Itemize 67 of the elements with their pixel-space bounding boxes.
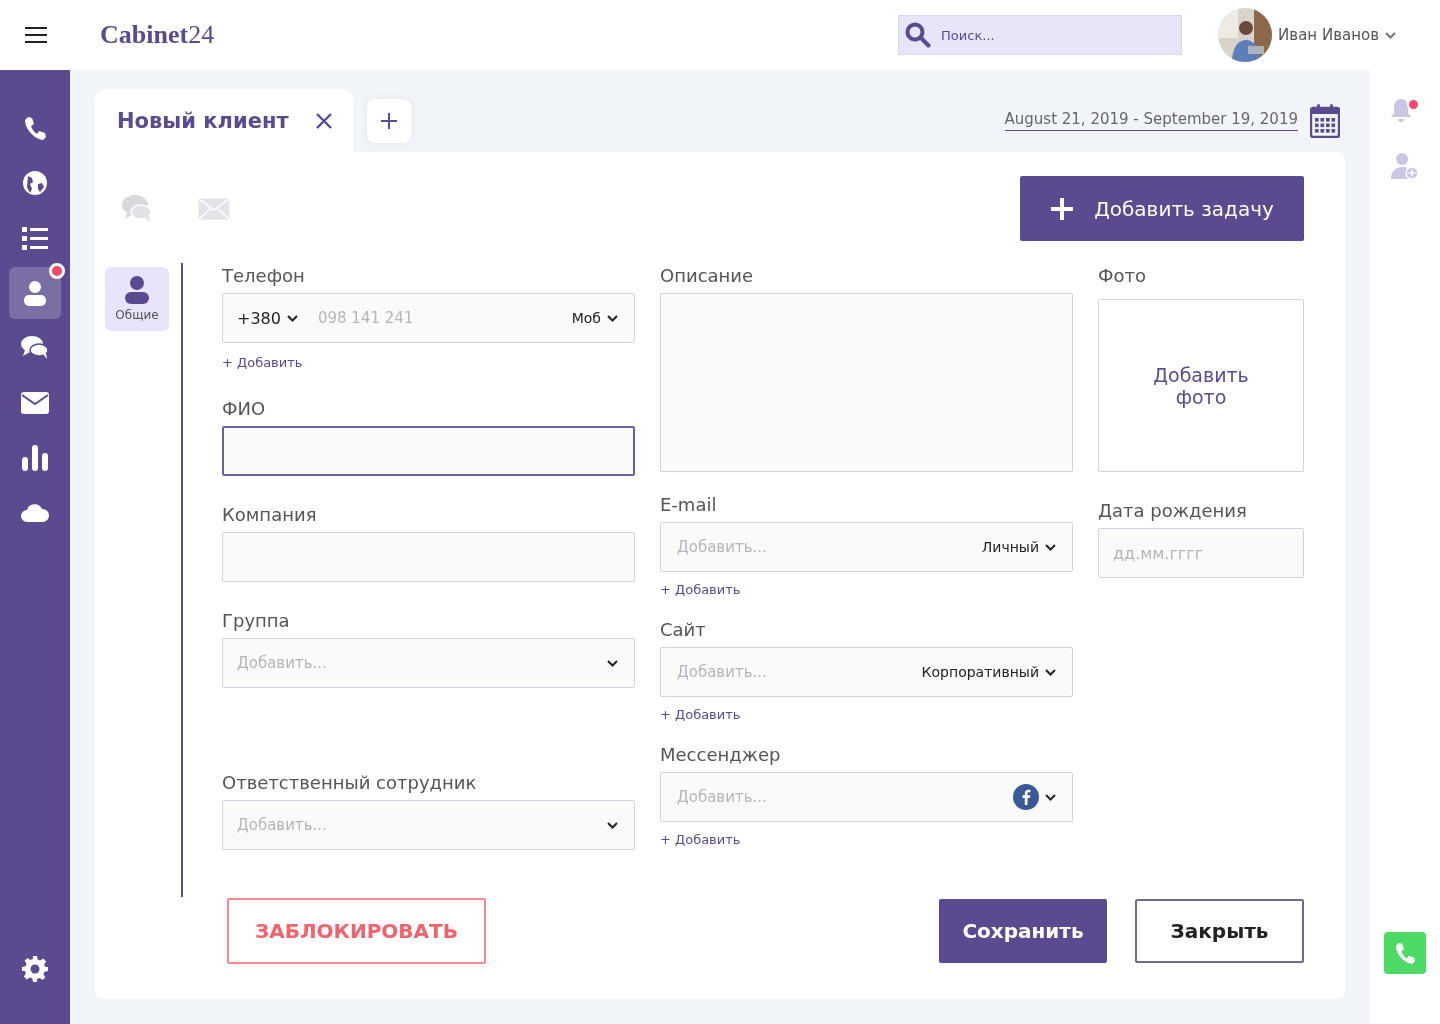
caret-icon: [607, 659, 618, 667]
phone-input[interactable]: 098 141 241: [315, 308, 572, 328]
add-link[interactable]: + Добавить: [222, 355, 303, 370]
close-button[interactable]: Закрыть: [1135, 899, 1304, 963]
field-label: Компания: [222, 503, 318, 527]
add-link[interactable]: + Добавить: [660, 832, 741, 847]
bell-icon[interactable]: [1390, 98, 1412, 122]
caret-icon: [1045, 543, 1056, 551]
tab[interactable]: Новый клиент: [95, 89, 353, 152]
messenger-dropdown[interactable]: [1013, 784, 1056, 810]
caret-icon: [1045, 668, 1056, 676]
phone-icon: [1394, 942, 1416, 964]
text-input[interactable]: [222, 426, 635, 476]
add-link[interactable]: + Добавить: [660, 707, 741, 722]
type-dropdown[interactable]: Личный: [981, 539, 1056, 555]
phone-type-dropdown[interactable]: Моб: [571, 310, 618, 326]
field-label: Ответственный сотрудник: [222, 771, 478, 795]
user-menu[interactable]: Иван Иванов: [1212, 7, 1402, 63]
close-icon[interactable]: [314, 111, 333, 130]
add-task-button[interactable]: Добавить задачу: [1020, 176, 1304, 241]
caret-icon: [607, 821, 618, 829]
add-tab-button[interactable]: [366, 98, 411, 143]
search-field[interactable]: Поиск...: [898, 15, 1183, 55]
type-dropdown[interactable]: Корпоративный: [921, 664, 1056, 680]
contact-input[interactable]: Добавить...: [675, 662, 922, 682]
country-code-dropdown[interactable]: +380: [237, 308, 298, 328]
plus-icon: [1050, 196, 1075, 221]
add-link[interactable]: + Добавить: [660, 582, 741, 597]
caret-icon: [607, 314, 618, 322]
messenger-field[interactable]: Добавить...: [660, 772, 1073, 822]
field-label: Дата рождения: [1098, 499, 1248, 523]
field-label: Группа: [222, 609, 291, 633]
section-tab[interactable]: Общие: [105, 267, 169, 331]
add-photo-button[interactable]: Добавить фото: [1098, 299, 1304, 472]
search-icon: [905, 22, 932, 48]
mail-icon: [21, 391, 49, 414]
save-button[interactable]: Сохранить: [939, 899, 1107, 963]
facebook-icon: [1013, 784, 1039, 810]
plus-icon: [379, 111, 398, 130]
caret-icon: [1045, 793, 1056, 801]
field-label: Телефон: [222, 264, 306, 288]
calendar-icon[interactable]: [1310, 103, 1340, 138]
contact-input[interactable]: Добавить...: [675, 537, 982, 557]
field-label: ФИО: [222, 397, 267, 421]
contact-field[interactable]: Добавить... Личный: [660, 522, 1073, 572]
bar-chart-icon: [22, 444, 48, 471]
field-label: Сайт: [660, 618, 707, 642]
person-icon: [23, 279, 47, 306]
caret-icon: [1385, 31, 1396, 39]
list-icon: [22, 225, 48, 250]
field-label: Мессенджер: [660, 743, 782, 767]
field-label: Фото: [1098, 264, 1147, 288]
field-label: E-mail: [660, 493, 718, 517]
messenger-input[interactable]: Добавить...: [675, 787, 1013, 807]
logo: Cabinet24: [100, 20, 215, 50]
phone-field[interactable]: +380 098 141 241 Моб: [222, 293, 635, 343]
menu-icon[interactable]: [25, 26, 47, 44]
date-range-link[interactable]: August 21, 2019 - September 19, 2019: [1004, 110, 1298, 131]
globe-icon: [22, 169, 48, 196]
cloud-icon: [21, 503, 49, 522]
contact-field[interactable]: Добавить... Корпоративный: [660, 647, 1073, 697]
phone-icon: [24, 115, 46, 140]
person-icon: [125, 276, 149, 304]
caret-icon: [286, 314, 298, 322]
chat-icon: [21, 334, 49, 361]
field-label: Описание: [660, 264, 755, 288]
search-input[interactable]: Поиск...: [939, 26, 1176, 44]
